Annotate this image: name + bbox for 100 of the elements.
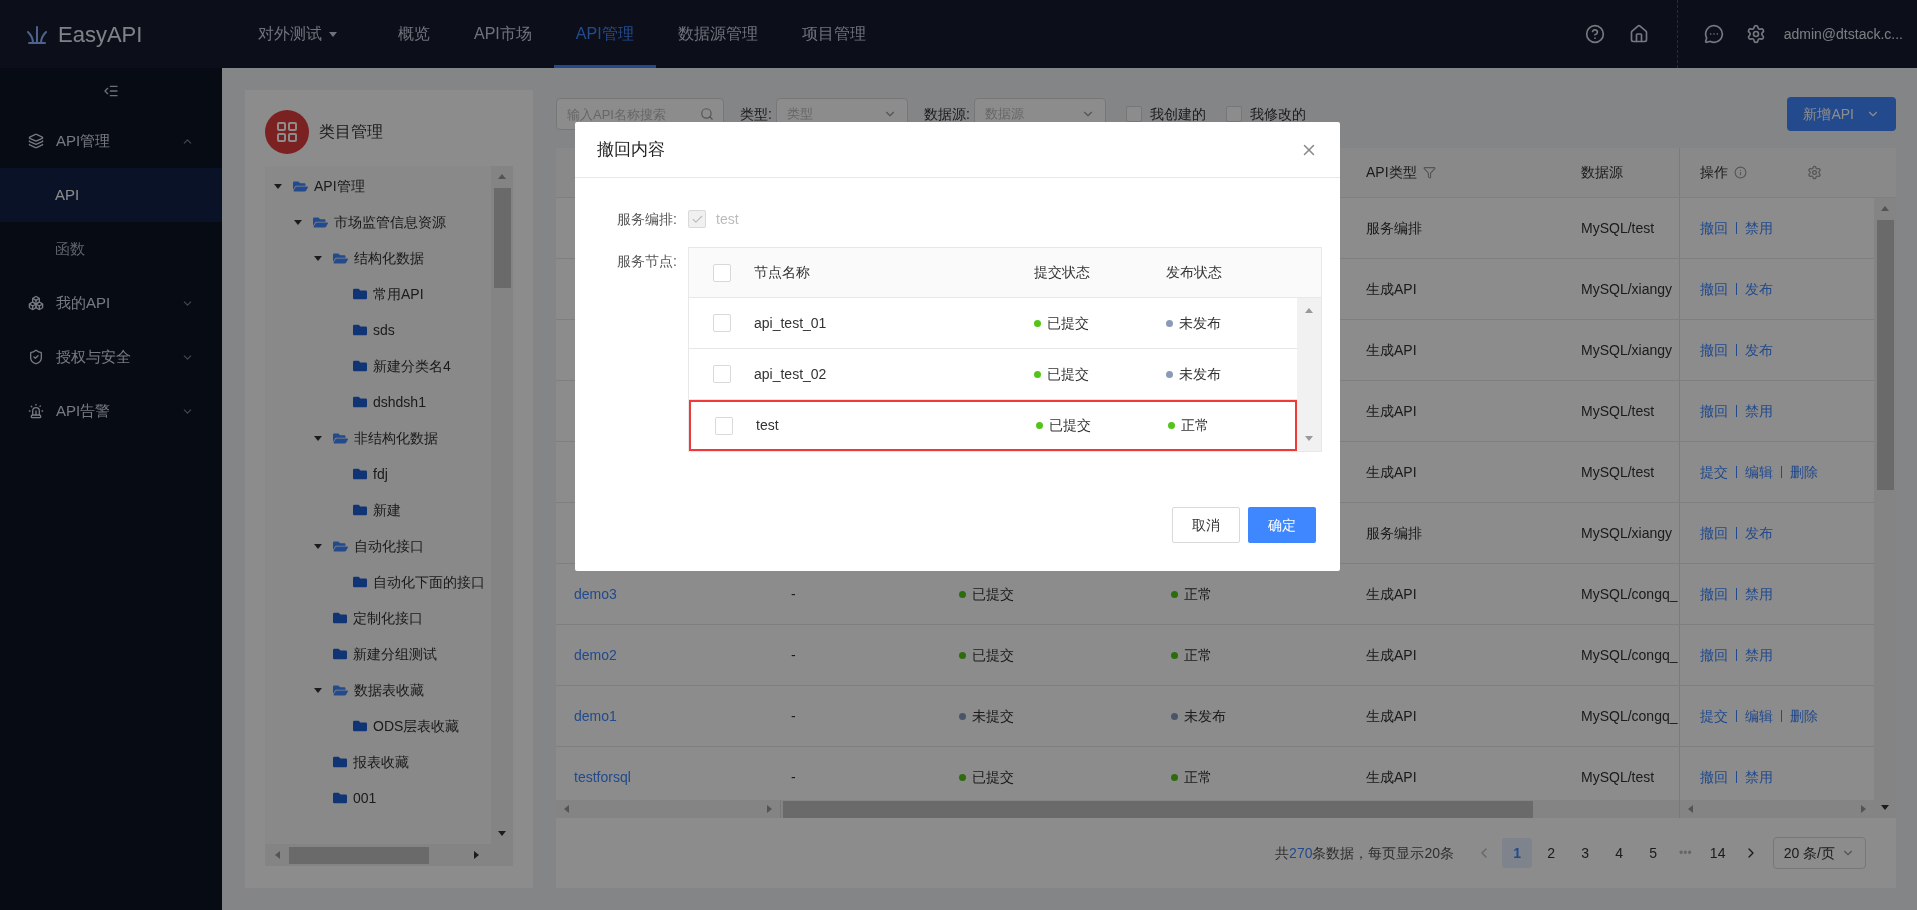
- tree-node[interactable]: 自动化下面的接口: [373, 571, 485, 593]
- project-dropdown[interactable]: 对外测试: [258, 22, 338, 46]
- nav-tab[interactable]: 项目管理: [779, 0, 888, 68]
- api-name-link[interactable]: demo2: [574, 647, 617, 663]
- sidebar-group[interactable]: 授权与安全: [0, 330, 222, 384]
- scrollbar-thumb[interactable]: [1876, 220, 1894, 490]
- sidebar-item[interactable]: 函数: [0, 222, 222, 276]
- action-link[interactable]: 提交: [1700, 705, 1728, 727]
- page-size-select[interactable]: 20 条/页: [1772, 837, 1866, 869]
- page-number[interactable]: 1: [1502, 838, 1533, 868]
- api-name-link[interactable]: testforsql: [574, 769, 631, 785]
- action-link[interactable]: 提交: [1700, 461, 1728, 483]
- action-link[interactable]: 撤回: [1700, 339, 1728, 361]
- tree-node[interactable]: 数据表收藏: [354, 679, 424, 701]
- scroll-left-icon: [1686, 804, 1696, 814]
- tree-node[interactable]: 结构化数据: [354, 247, 424, 269]
- vertical-scrollbar[interactable]: [1874, 198, 1896, 818]
- action-link[interactable]: 禁用: [1745, 766, 1773, 788]
- action-link[interactable]: 发布: [1745, 522, 1773, 544]
- action-link[interactable]: 删除: [1790, 461, 1818, 483]
- scrollbar-thumb[interactable]: [493, 188, 511, 288]
- description-text: -: [791, 769, 796, 785]
- tree-node[interactable]: 新建: [373, 499, 401, 521]
- action-link[interactable]: 删除: [1790, 705, 1818, 727]
- checkbox[interactable]: [712, 263, 731, 282]
- action-link[interactable]: 禁用: [1745, 644, 1773, 666]
- tree-expanded-caret-icon[interactable]: [313, 685, 325, 695]
- tree-expanded-caret-icon[interactable]: [313, 541, 325, 551]
- chat-icon[interactable]: [1703, 24, 1724, 44]
- action-link[interactable]: 禁用: [1745, 400, 1773, 422]
- tree-node[interactable]: 新建分类名4: [373, 355, 451, 377]
- sidebar-item[interactable]: API: [0, 168, 222, 222]
- action-link[interactable]: 发布: [1745, 339, 1773, 361]
- sidebar-group[interactable]: API告警: [0, 384, 222, 438]
- action-link[interactable]: 撤回: [1700, 278, 1728, 300]
- tree-node[interactable]: 市场监管信息资源: [334, 211, 446, 233]
- tree-expanded-caret-icon[interactable]: [273, 181, 285, 191]
- tree-expanded-caret-icon[interactable]: [293, 217, 305, 227]
- scrollbar-thumb[interactable]: [783, 800, 1533, 818]
- tree-node[interactable]: 常用API: [373, 283, 424, 305]
- tree-node[interactable]: ODS层表收藏: [373, 715, 460, 737]
- action-link[interactable]: 禁用: [1745, 583, 1773, 605]
- filter-checkbox[interactable]: [1125, 106, 1142, 122]
- api-name-link[interactable]: demo1: [574, 708, 617, 724]
- add-api-button[interactable]: 新增API: [1787, 97, 1896, 131]
- tree-node[interactable]: sds: [373, 319, 395, 341]
- page-number[interactable]: 2: [1536, 838, 1567, 868]
- home-icon[interactable]: [1628, 24, 1649, 44]
- nav-tab[interactable]: API管理: [553, 0, 656, 68]
- page-number[interactable]: 3: [1570, 838, 1601, 868]
- tree-node[interactable]: API管理: [314, 175, 365, 197]
- action-link[interactable]: 编辑: [1745, 705, 1773, 727]
- tree-node[interactable]: 非结构化数据: [354, 427, 438, 449]
- column-header: API类型: [1366, 163, 1417, 182]
- user-account[interactable]: admin@dtstack.c...: [1783, 23, 1917, 45]
- action-link[interactable]: 发布: [1745, 278, 1773, 300]
- scrollbar-thumb[interactable]: [289, 846, 429, 864]
- horizontal-scrollbar[interactable]: [265, 844, 513, 866]
- action-link[interactable]: 撤回: [1700, 583, 1728, 605]
- confirm-button[interactable]: 确定: [1248, 507, 1316, 543]
- collapse-menu-icon[interactable]: [103, 83, 119, 99]
- nav-tab[interactable]: 数据源管理: [655, 0, 780, 68]
- sidebar-group[interactable]: 我的API: [0, 276, 222, 330]
- tree-node[interactable]: dshdsh1: [373, 391, 426, 413]
- action-link[interactable]: 撤回: [1700, 400, 1728, 422]
- tree-node[interactable]: 定制化接口: [353, 607, 423, 629]
- page-number[interactable]: 5: [1638, 838, 1669, 868]
- vertical-scrollbar[interactable]: [1297, 298, 1321, 451]
- tree-node[interactable]: 报表收藏: [353, 751, 409, 773]
- cancel-button[interactable]: 取消: [1172, 507, 1240, 543]
- action-link[interactable]: 撤回: [1700, 217, 1728, 239]
- page-number[interactable]: 14: [1702, 838, 1733, 868]
- api-name-link[interactable]: demo3: [574, 586, 617, 602]
- action-link[interactable]: 撤回: [1700, 644, 1728, 666]
- tree-node[interactable]: 新建分组测试: [353, 643, 437, 665]
- filter-checkbox[interactable]: [1225, 106, 1242, 122]
- search-icon: [700, 107, 714, 121]
- checkbox[interactable]: [712, 314, 731, 332]
- tree-expanded-caret-icon[interactable]: [313, 433, 325, 443]
- action-link[interactable]: 禁用: [1745, 217, 1773, 239]
- action-link[interactable]: 编辑: [1745, 461, 1773, 483]
- action-link[interactable]: 撤回: [1700, 766, 1728, 788]
- nav-tab[interactable]: 概览: [376, 0, 452, 68]
- caret-icon: [293, 217, 303, 227]
- tree-node[interactable]: 001: [353, 787, 377, 809]
- tree-node[interactable]: fdj: [373, 463, 388, 485]
- info-icon[interactable]: [1734, 166, 1747, 179]
- settings-icon[interactable]: [1807, 165, 1822, 180]
- nav-tab[interactable]: API市场: [452, 0, 554, 68]
- tree-expanded-caret-icon[interactable]: [313, 253, 325, 263]
- action-link[interactable]: 撤回: [1700, 522, 1728, 544]
- tree-node[interactable]: 自动化接口: [354, 535, 424, 557]
- filter-icon[interactable]: [1422, 166, 1436, 179]
- checkbox[interactable]: [714, 416, 733, 435]
- help-icon[interactable]: [1584, 24, 1605, 44]
- sidebar-group[interactable]: API管理: [0, 114, 222, 168]
- vertical-scrollbar[interactable]: [491, 166, 513, 844]
- settings-icon[interactable]: [1745, 24, 1766, 44]
- checkbox[interactable]: [712, 365, 731, 383]
- page-number[interactable]: 4: [1604, 838, 1635, 868]
